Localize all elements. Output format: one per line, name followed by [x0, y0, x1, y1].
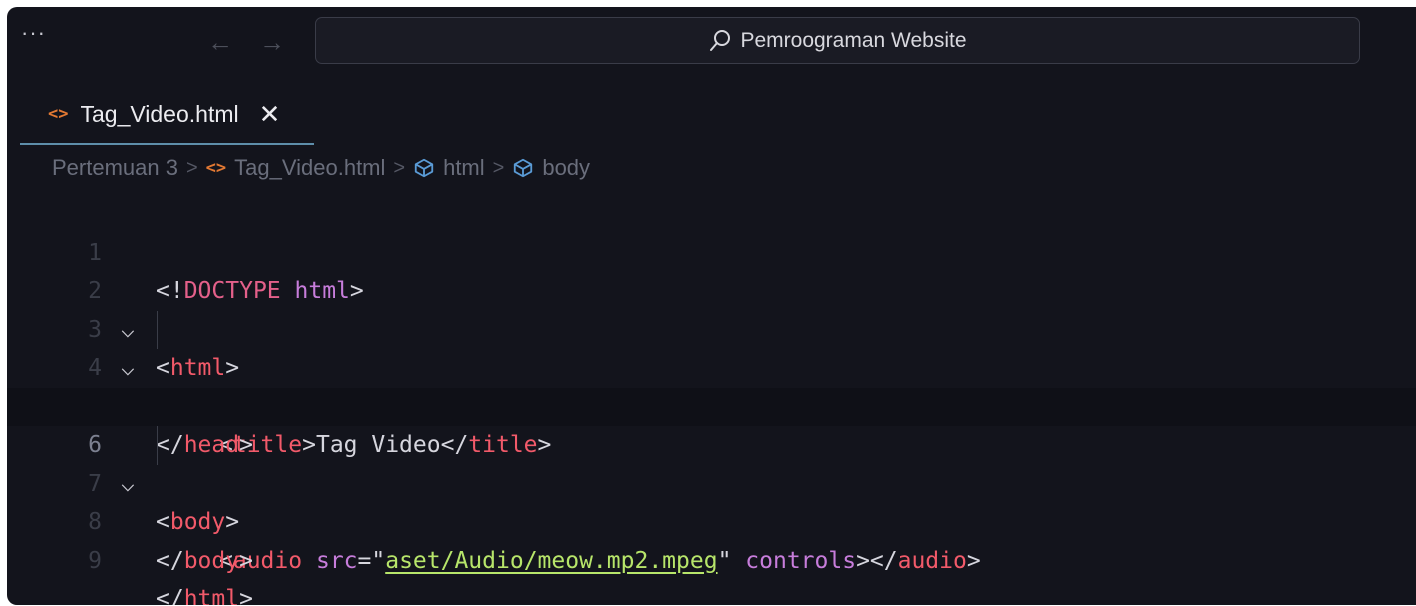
code-line[interactable]: 4 <title>Tag Video</title>	[7, 310, 1416, 458]
breadcrumb: Pertemuan 3 > <> Tag_Video.html > html >…	[52, 155, 590, 181]
breadcrumb-item-folder[interactable]: Pertemuan 3	[52, 155, 178, 181]
tab-tag-video-html[interactable]: <> Tag_Video.html ✕	[20, 85, 314, 145]
breadcrumb-item-body[interactable]: body	[542, 155, 590, 181]
command-center-search[interactable]: Pemroograman Website	[315, 17, 1360, 64]
indent-guide	[157, 310, 158, 349]
html-file-icon: <>	[205, 158, 227, 178]
code-token: aset/Audio/meow.mp2.mpeg	[385, 547, 718, 574]
code-token: src	[315, 547, 358, 574]
forward-arrow-icon[interactable]: →	[259, 29, 285, 55]
code-token: >	[239, 547, 253, 574]
code-token: controls	[745, 547, 857, 574]
close-tab-icon[interactable]: ✕	[259, 101, 281, 127]
breadcrumb-separator: >	[492, 156, 505, 179]
code-line[interactable]: 3 ⌵ <head>	[7, 272, 1416, 420]
html-file-icon: <>	[48, 104, 69, 124]
line-number: 9	[88, 547, 102, 574]
breadcrumb-item-html[interactable]: html	[443, 155, 485, 181]
symbol-element-icon	[512, 157, 534, 179]
code-token: audio	[897, 547, 967, 574]
code-token: body	[183, 547, 240, 574]
search-icon	[708, 29, 732, 53]
code-token: ="	[357, 547, 386, 574]
code-line[interactable]: 7 <audio src="aset/Audio/meow.mp2.mpeg" …	[7, 426, 1416, 574]
code-line[interactable]: 5 </head>	[7, 349, 1416, 459]
code-token: </	[156, 547, 184, 574]
code-token: >	[239, 586, 253, 605]
back-arrow-icon[interactable]: ←	[207, 29, 233, 55]
code-token: "	[717, 547, 732, 574]
breadcrumb-separator: >	[185, 156, 198, 179]
code-token: ></	[856, 547, 898, 574]
code-line[interactable]: 9 </html>	[7, 503, 1416, 606]
more-actions-button[interactable]: ···	[21, 22, 46, 44]
code-line[interactable]: 2 ⌵ <html>	[7, 234, 1416, 381]
tab-label: Tag_Video.html	[80, 100, 239, 127]
editor-window: ··· ← → Pemroograman Website <> Tag_Vide…	[7, 7, 1416, 605]
code-token: html	[183, 586, 240, 605]
symbol-element-icon	[413, 157, 435, 179]
code-token: >	[966, 547, 981, 574]
breadcrumb-separator: >	[393, 156, 406, 179]
indent-guide	[157, 426, 158, 465]
breadcrumb-item-file[interactable]: Tag_Video.html	[234, 155, 385, 181]
code-line[interactable]: 8 </body>	[7, 465, 1416, 574]
code-editor[interactable]: 1 <!DOCTYPE html> 2 ⌵ <html> 3 ⌵ <head> …	[7, 195, 1416, 606]
code-line-current[interactable]: 6 ⌵ <body>	[7, 387, 1416, 535]
code-line[interactable]: 1 <!DOCTYPE html>	[7, 195, 1416, 305]
search-text: Pemroograman Website	[740, 28, 967, 52]
code-token: </	[156, 586, 184, 605]
